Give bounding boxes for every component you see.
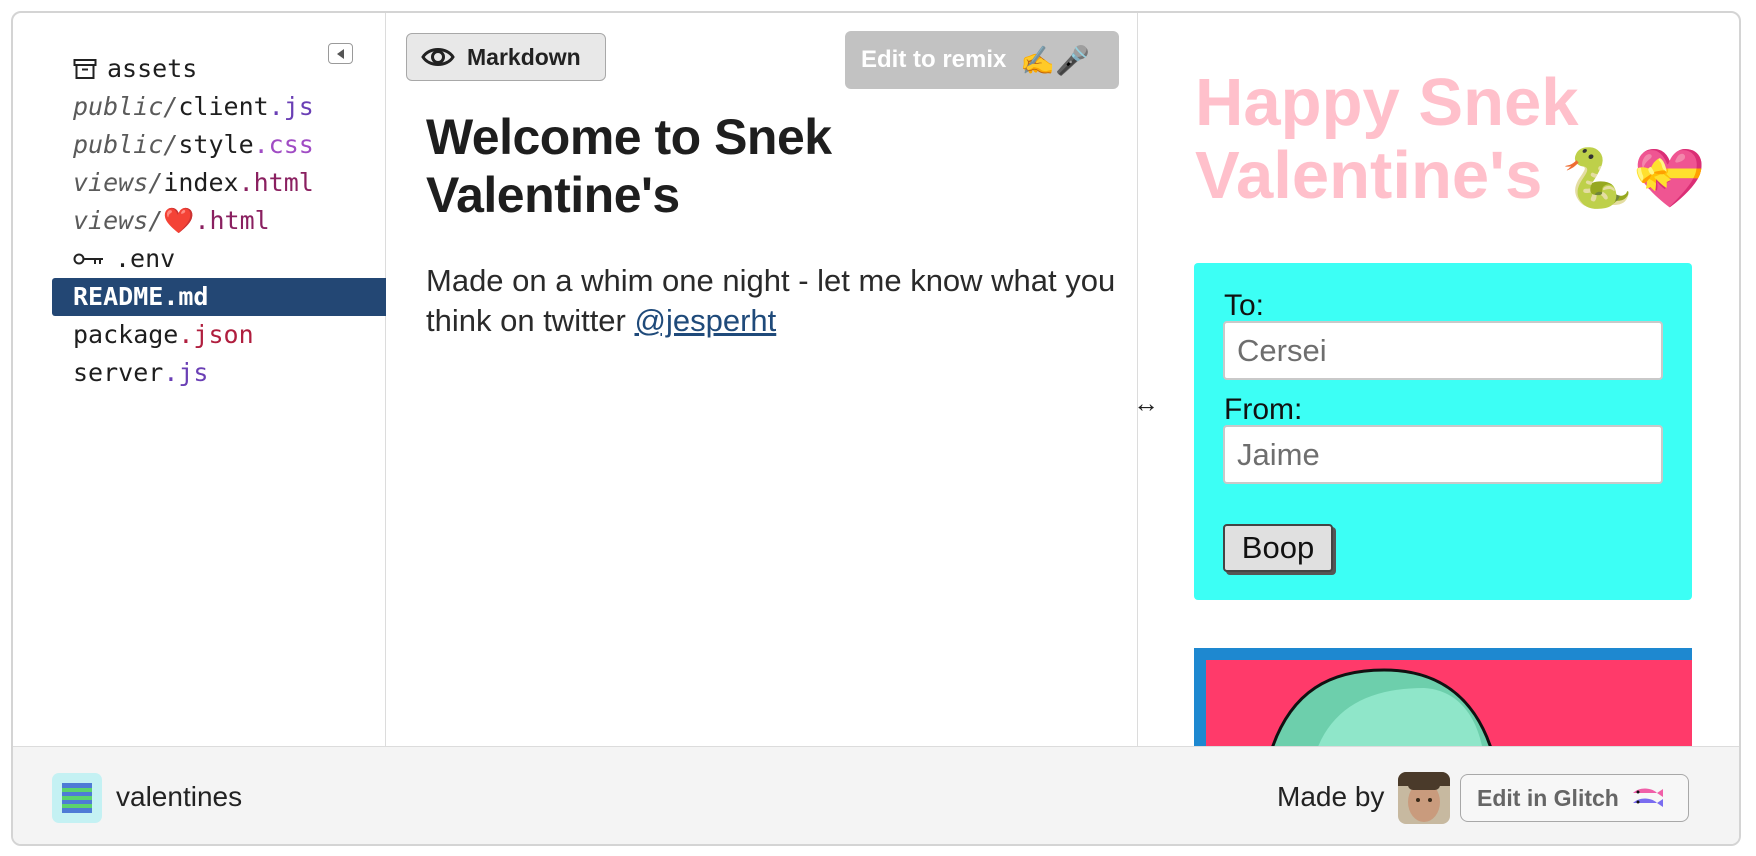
file-list: assets public/client .js public/style .css vi…: [52, 50, 386, 392]
file-name: ❤️: [163, 206, 195, 235]
file-ext: .html: [238, 168, 314, 197]
user-avatar[interactable]: [1398, 772, 1450, 824]
file-ext: .css: [253, 130, 314, 159]
markdown-editor: Markdown Edit to remix ✍️🎤 Welcome to Sn…: [386, 13, 1138, 746]
to-label: To:: [1224, 289, 1265, 322]
glitch-fish-icon: [1629, 785, 1665, 811]
markdown-toggle-label: Markdown: [467, 43, 581, 70]
file-dir: public/: [73, 92, 179, 121]
boop-button[interactable]: Boop: [1223, 524, 1333, 572]
file-ext: .js: [268, 92, 314, 121]
file-item[interactable]: .env: [52, 240, 386, 278]
file-dir: public/: [73, 130, 179, 159]
file-name: index: [163, 168, 239, 197]
edit-in-glitch-button[interactable]: Edit in Glitch: [1460, 774, 1689, 822]
key-icon: [73, 251, 105, 267]
twitter-link[interactable]: @jesperht: [634, 303, 776, 338]
made-by-label: Made by: [1277, 781, 1385, 812]
snake-card-image: [1194, 648, 1692, 746]
file-item[interactable]: views/❤️ .html: [52, 202, 386, 240]
preview-title-text: Happy Snek Valentine's: [1195, 65, 1579, 213]
remix-label: Edit to remix: [861, 46, 1007, 73]
file-ext: .html: [194, 206, 270, 235]
file-item[interactable]: package .json: [52, 316, 386, 354]
file-dir: views/: [73, 206, 164, 235]
file-ext: .md: [163, 282, 209, 311]
file-name: server: [73, 358, 164, 387]
file-item[interactable]: public/client .js: [52, 88, 386, 126]
file-name: package: [73, 320, 179, 349]
file-item[interactable]: public/style .css: [52, 126, 386, 164]
snake-heart-emoji: 🐍💝: [1561, 146, 1706, 211]
valentine-form: To: Cersei From: Jaime Boop: [1194, 263, 1692, 600]
eye-icon: [421, 45, 455, 69]
from-input[interactable]: Jaime: [1223, 425, 1663, 484]
readme-title: Welcome to Snek Valentine's: [426, 109, 832, 223]
file-ext: .env: [115, 244, 176, 273]
project-logo-icon: [62, 783, 92, 813]
file-name: assets: [107, 54, 198, 83]
file-item[interactable]: views/index .html: [52, 164, 386, 202]
remix-emoji: ✍️🎤: [1020, 44, 1091, 76]
file-item[interactable]: README .md: [52, 278, 386, 316]
app-preview: Happy Snek Valentine's 🐍💝 To: Cersei Fro…: [1139, 13, 1739, 746]
file-sidebar: assets public/client .js public/style .css vi…: [13, 13, 386, 746]
from-label: From:: [1224, 393, 1303, 426]
file-item[interactable]: assets: [52, 50, 386, 88]
footer-bar: valentines Made by Edit in Glitch: [13, 746, 1739, 844]
markdown-toggle-button[interactable]: Markdown: [406, 33, 606, 81]
preview-title: Happy Snek Valentine's 🐍💝: [1195, 66, 1715, 215]
readme-paragraph: Made on a whim one night - let me know w…: [426, 261, 1126, 341]
edit-to-remix-button[interactable]: Edit to remix ✍️🎤: [845, 31, 1119, 89]
archive-icon: [73, 58, 97, 80]
file-ext: .js: [163, 358, 209, 387]
file-dir: views/: [73, 168, 164, 197]
app-window: assets public/client .js public/style .css vi…: [11, 11, 1741, 846]
file-name: style: [178, 130, 254, 159]
project-name[interactable]: valentines: [116, 781, 242, 813]
file-ext: .json: [178, 320, 254, 349]
to-input[interactable]: Cersei: [1223, 321, 1663, 380]
file-item[interactable]: server .js: [52, 354, 386, 392]
project-avatar[interactable]: [52, 773, 102, 823]
file-name: client: [178, 92, 269, 121]
edit-in-glitch-label: Edit in Glitch: [1477, 784, 1619, 811]
file-name: README: [73, 282, 164, 311]
